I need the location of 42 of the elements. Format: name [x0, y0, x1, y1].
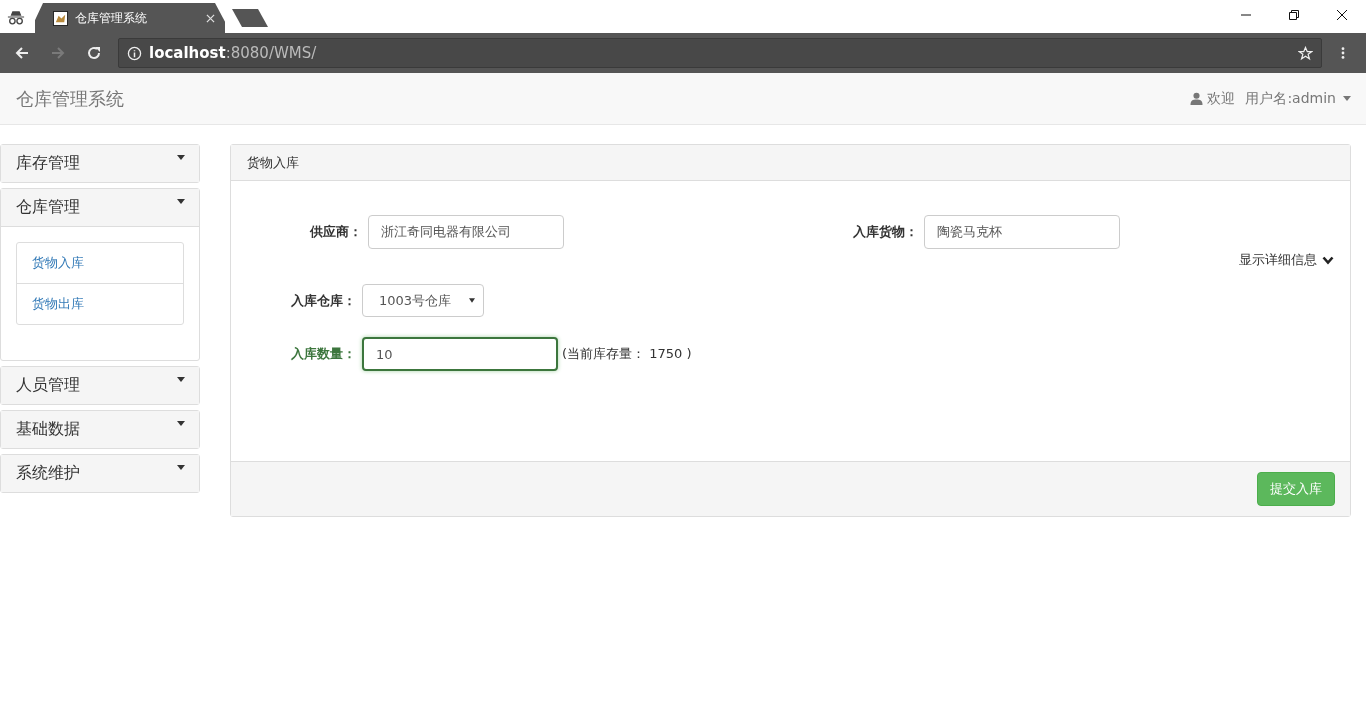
field-label: 入库数量：	[290, 345, 357, 363]
sidebar-link[interactable]: 货物入库	[17, 243, 183, 283]
field-label: 入库仓库：	[290, 291, 357, 310]
caret-icon	[177, 199, 185, 204]
reload-icon[interactable]	[86, 45, 102, 61]
back-icon[interactable]	[14, 45, 30, 61]
app-brand[interactable]: 仓库管理系统	[16, 86, 124, 111]
favicon-icon	[53, 10, 68, 26]
restore-icon[interactable]	[1288, 9, 1300, 21]
address-bar[interactable]: localhost:8080/WMS/	[118, 38, 1322, 68]
caret-icon	[177, 377, 185, 382]
browser-tab[interactable]: 仓库管理系统	[35, 3, 225, 33]
bookmark-star-icon[interactable]	[1298, 45, 1313, 61]
input-field[interactable]: 浙江奇同电器有限公司	[368, 215, 564, 249]
sidebar-group[interactable]: 人员管理	[1, 367, 199, 404]
sidebar-group[interactable]: 仓库管理	[1, 189, 199, 227]
warehouse-select[interactable]: 1003号仓库	[362, 284, 484, 317]
menu-icon[interactable]	[1341, 46, 1345, 60]
user-menu[interactable]: 欢迎 用户名:admin	[1190, 89, 1351, 108]
field-label: 供应商：	[308, 223, 363, 241]
dropdown-caret-icon	[469, 298, 475, 303]
field-label: 入库货物：	[852, 223, 919, 241]
info-icon	[127, 45, 142, 61]
sidebar-group[interactable]: 基础数据	[1, 411, 199, 448]
caret-icon	[1343, 96, 1351, 101]
chevron-down-icon	[1322, 255, 1334, 265]
sidebar-group[interactable]: 系统维护	[1, 455, 199, 492]
details-toggle[interactable]: 显示详细信息	[1239, 251, 1334, 269]
caret-icon	[177, 421, 185, 426]
input-field[interactable]: 陶瓷马克杯	[924, 215, 1120, 249]
user-icon	[1190, 92, 1204, 105]
incognito-icon	[7, 10, 25, 25]
panel-title: 货物入库	[247, 153, 299, 172]
input-field[interactable]: 10	[362, 337, 558, 371]
caret-icon	[177, 155, 185, 160]
sidebar-group[interactable]: 库存管理	[1, 145, 199, 182]
stock-hint: (当前库存量： 1750 )	[562, 345, 692, 363]
new-tab-button[interactable]	[231, 8, 269, 28]
url-text: localhost:8080/WMS/	[149, 44, 317, 62]
close-icon[interactable]	[1336, 9, 1348, 21]
sidebar-link[interactable]: 货物出库	[17, 283, 183, 324]
caret-icon	[177, 465, 185, 470]
